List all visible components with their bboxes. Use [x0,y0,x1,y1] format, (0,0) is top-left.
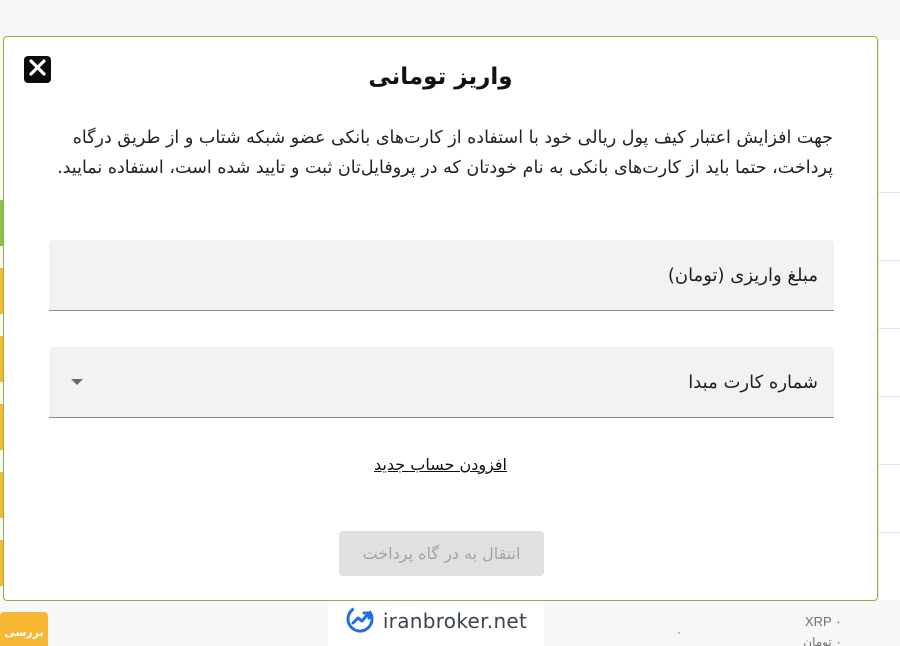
review-button[interactable]: بررسی [0,612,48,646]
amount-input[interactable]: مبلغ واریزی (تومان) [49,240,834,311]
amount-field-label: مبلغ واریزی (تومان) [667,264,818,286]
deposit-modal: واریز تومانی جهت افزایش اعتبار کیف پول ر… [3,36,878,601]
watermark: iranbroker.net [328,596,544,646]
trend-chart-logo-icon [345,604,375,638]
modal-title: واریز تومانی [368,64,513,90]
card-field-label: شماره کارت مبدا [688,371,818,393]
background-table-edge [878,40,900,600]
zero-value: ۰ [676,626,682,639]
source-card-select[interactable]: شماره کارت مبدا [49,347,834,418]
watermark-text: iranbroker.net [382,609,528,633]
go-to-payment-button[interactable]: انتقال به در گاه پرداخت [339,531,544,576]
toman-balance: ۰ تومان [803,635,842,646]
caret-down-icon [71,379,83,385]
xrp-balance: XRP ۰ [804,614,842,629]
modal-description: جهت افزایش اعتبار کیف پول ریالی خود با ا… [57,128,833,178]
add-account-link[interactable]: افزودن حساب جدید [4,455,877,474]
